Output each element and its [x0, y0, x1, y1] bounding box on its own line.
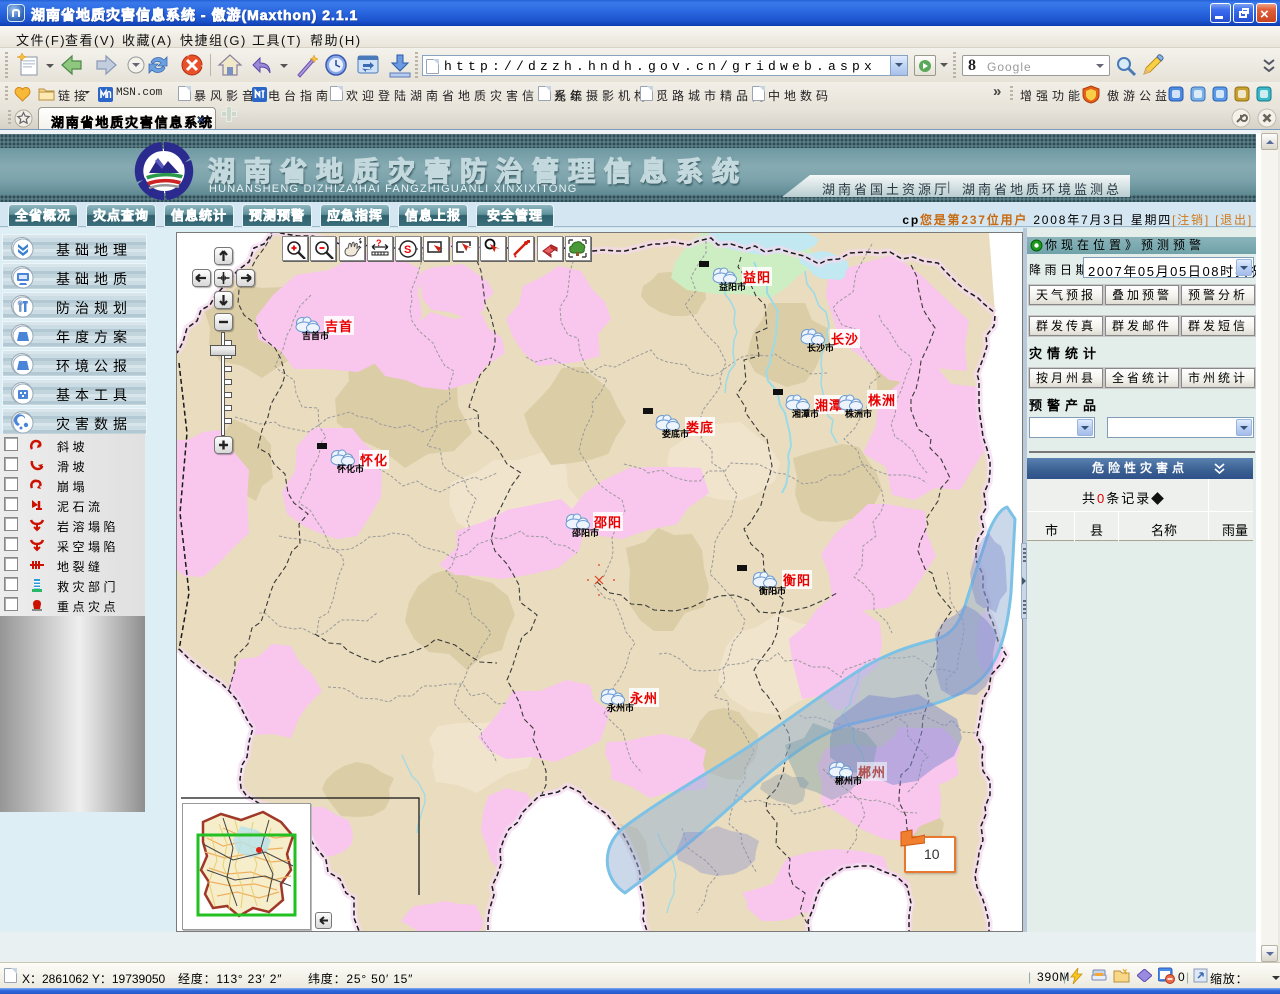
svg-text:S: S — [404, 244, 411, 256]
svg-text:?: ? — [376, 238, 382, 248]
